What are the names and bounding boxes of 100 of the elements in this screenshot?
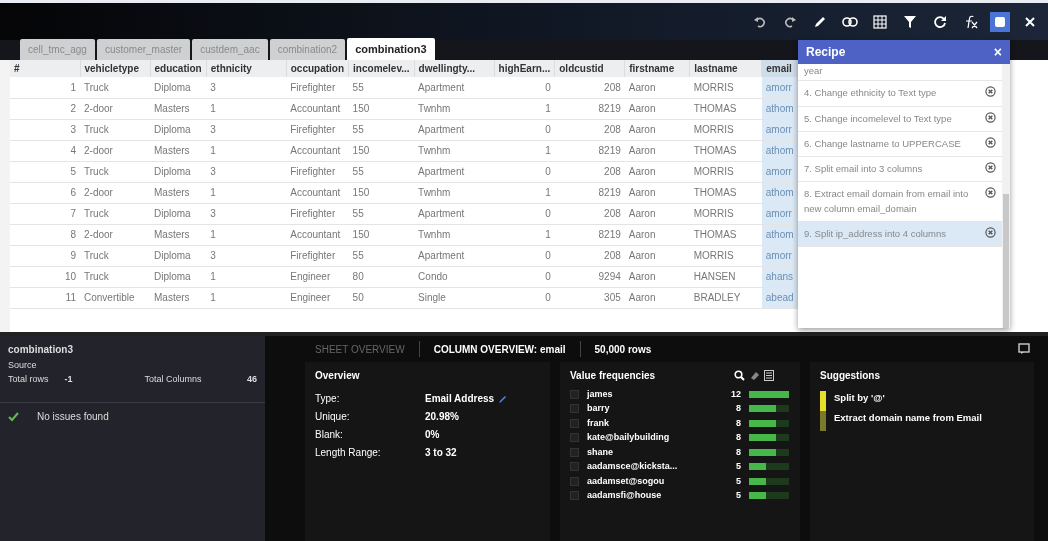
list-icon[interactable] [764,370,774,381]
table-cell: athom [761,224,800,245]
column-header[interactable]: incomelev... [348,60,415,77]
table-cell: ahans [761,266,800,287]
row-number: 2 [10,98,80,119]
count-label: 5 [735,474,741,488]
table-cell: abead [761,287,800,308]
scroll-thumb[interactable] [1003,194,1009,328]
table-cell: Diploma [150,266,207,287]
column-header[interactable]: firstname [624,60,690,77]
column-header[interactable]: oldcustid [554,60,625,77]
suggestion-item[interactable]: Extract domain name from Email [834,411,982,426]
sheet-tab[interactable]: combination3 [347,37,435,60]
recipe-toggle-button[interactable] [990,11,1010,32]
checkbox[interactable] [570,462,579,472]
table-cell: Aaron [624,203,690,224]
table-cell: Truck [80,266,150,287]
remove-button[interactable] [985,187,996,199]
table-cell: 208 [554,203,625,224]
table-cell: 0 [494,245,555,266]
table-cell: 208 [554,77,625,98]
table-cell: 1 [206,266,287,287]
value-label: barry [587,402,611,415]
recipe-step[interactable]: 6. Change lastname to UPPERCASE [798,131,1002,157]
table-cell: Firefighter [286,245,349,266]
panel-title: Overview [315,369,361,383]
column-header[interactable]: dwellingty... [414,60,495,77]
scrollbar[interactable] [1002,64,1010,328]
checkbox[interactable] [570,418,579,428]
pencil-icon[interactable] [498,393,509,404]
remove-button[interactable] [985,226,996,238]
search-icon[interactable] [734,370,745,381]
value-label: james [587,387,614,401]
table-cell: Aaron [624,224,690,245]
row-number: 10 [10,266,80,287]
field-label: Type: [315,392,341,406]
step-text: 5. Change incomelevel to Text type [804,111,953,126]
table-cell: 150 [348,224,415,245]
row-number: 8 [10,224,80,245]
table-cell: Apartment [414,161,495,182]
table-cell: Masters [150,98,207,119]
column-header[interactable]: lastname [689,60,762,77]
remove-button[interactable] [985,136,996,148]
checkbox[interactable] [570,491,579,501]
column-header[interactable]: email [761,60,800,77]
remove-button[interactable] [985,86,996,98]
table-cell: 3 [206,245,287,266]
table-cell: 150 [348,98,415,119]
table-cell: THOMAS [689,182,762,203]
link-icon [842,15,858,28]
table-cell: Truck [80,203,150,224]
step-text: year [804,64,824,78]
table-cell: athom [761,140,800,161]
table-cell: Truck [80,77,150,98]
column-header[interactable]: highEarn... [494,60,555,77]
table-cell: Aaron [624,266,690,287]
eraser-icon[interactable] [749,370,760,381]
suggestion-item[interactable]: Split by '@' [834,391,885,406]
column-header[interactable]: ethnicity [206,60,287,77]
recipe-step[interactable]: year [798,64,1002,82]
table-cell: amorr [761,77,800,98]
table-cell: 0 [494,266,555,287]
row-number: 1 [10,77,80,98]
table-cell: Masters [150,182,207,203]
table-cell: Aaron [624,119,690,140]
table-cell: 55 [348,119,415,140]
checkbox[interactable] [570,389,579,399]
table-cell: 1 [494,98,555,119]
table-cell: Firefighter [286,161,349,182]
table-cell: 2-door [80,224,150,245]
step-text: 9. Split ip_address into 4 columns [804,226,948,241]
remove-button[interactable] [985,111,996,123]
checkbox[interactable] [570,447,579,457]
value-label: aadamsce@kicksta... [587,460,679,473]
recipe-step[interactable]: 5. Change incomelevel to Text type [798,106,1002,132]
table-cell: Twnhm [414,98,495,119]
refresh-icon [933,14,947,29]
checkbox[interactable] [570,404,579,414]
table-cell: HANSEN [689,266,762,287]
checkbox[interactable] [570,433,579,443]
remove-button[interactable] [985,162,996,173]
field-label: Length Range: [315,446,382,460]
table-cell: MORRIS [689,119,762,140]
checkbox[interactable] [570,476,579,486]
recipe-step[interactable]: 4. Change ethnicity to Text type [798,81,1002,107]
column-header[interactable]: occupation [286,60,349,77]
close-button[interactable]: × [993,45,1002,59]
recipe-step[interactable]: 7. Split email into 3 columns [798,157,1002,183]
column-header[interactable]: education [150,60,207,77]
table-cell: Accountant [286,98,349,119]
column-header[interactable]: # [10,60,80,77]
remove-icon [985,187,996,199]
table-cell: 2-door [80,182,150,203]
column-header[interactable]: vehicletype [80,60,150,77]
table-cell: Aaron [624,98,690,119]
remove-icon [985,162,996,173]
stat-value: 46 [247,372,257,386]
remove-icon [985,136,996,148]
table-cell: 1 [494,224,555,245]
overview-tab[interactable]: COLUMN OVERVIEW: email [433,341,566,357]
